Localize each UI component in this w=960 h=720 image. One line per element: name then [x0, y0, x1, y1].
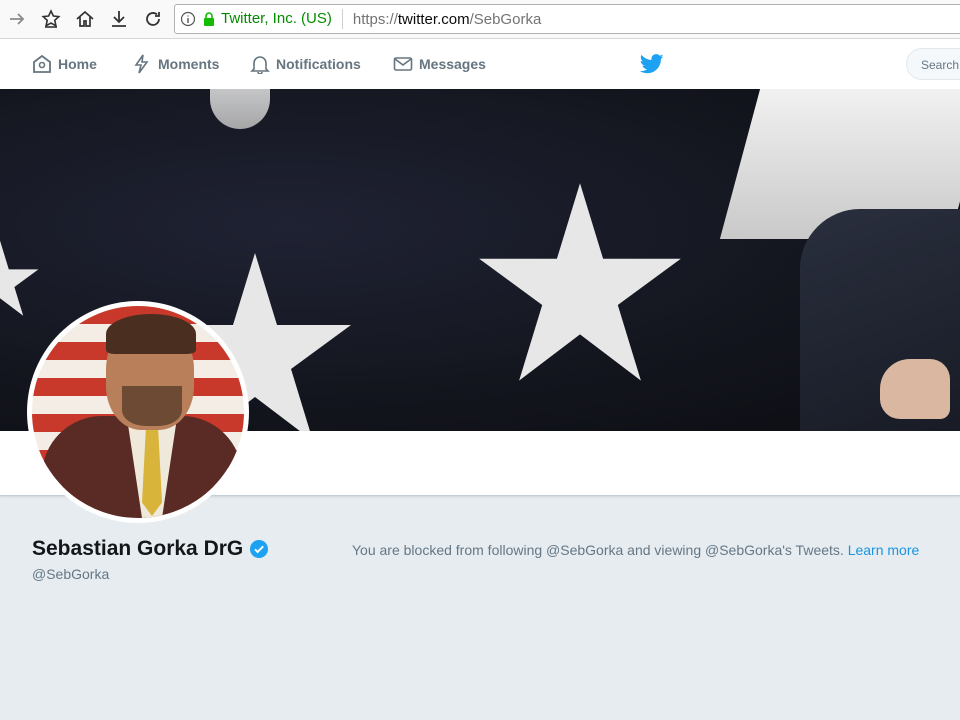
flag-star	[0, 240, 39, 316]
site-identity[interactable]: Twitter, Inc. (US)	[217, 9, 343, 29]
profile-handle[interactable]: @SebGorka	[32, 566, 109, 582]
url-host: twitter.com	[397, 10, 470, 28]
url-path: /SebGorka	[469, 10, 542, 28]
nav-home[interactable]: Home	[32, 39, 97, 89]
lock-icon	[201, 11, 217, 27]
nav-notifications[interactable]: Notifications	[250, 39, 361, 89]
url-bar[interactable]: Twitter, Inc. (US) https://twitter.com/S…	[174, 4, 960, 34]
reload-icon[interactable]	[136, 2, 170, 36]
lightning-icon	[134, 54, 149, 74]
nav-home-label: Home	[58, 56, 97, 72]
download-icon[interactable]	[102, 2, 136, 36]
envelope-icon	[393, 57, 413, 71]
profile-name-row: Sebastian Gorka DrG	[32, 537, 269, 561]
bell-icon	[250, 56, 270, 74]
learn-more-link[interactable]: Learn more	[848, 542, 920, 558]
nav-messages-label: Messages	[419, 56, 486, 72]
avatar-image	[32, 306, 244, 518]
twitter-bird-icon[interactable]	[640, 53, 664, 75]
nav-notifications-label: Notifications	[276, 56, 361, 72]
banner-hand	[880, 359, 950, 419]
browser-toolbar: Twitter, Inc. (US) https://twitter.com/S…	[0, 0, 960, 39]
blocked-notice: You are blocked from following @SebGorka…	[352, 542, 919, 558]
nav-messages[interactable]: Messages	[393, 39, 486, 89]
blocked-message: You are blocked from following @SebGorka…	[352, 542, 844, 558]
avatar[interactable]	[27, 301, 249, 523]
flag-star	[479, 183, 681, 381]
info-icon[interactable]	[175, 11, 201, 27]
home-icon	[33, 54, 51, 73]
url-prefix: https://	[352, 10, 398, 28]
url-text[interactable]: https://twitter.com/SebGorka	[343, 11, 541, 28]
verified-badge-icon	[249, 539, 269, 559]
twitter-nav: Home Moments Notifications Messages Sear…	[0, 39, 960, 90]
nav-moments[interactable]: Moments	[132, 39, 219, 89]
nav-moments-label: Moments	[158, 56, 220, 72]
home-icon[interactable]	[68, 2, 102, 36]
search-input[interactable]: Search	[906, 48, 960, 80]
bookmark-star-icon[interactable]	[34, 2, 68, 36]
profile-name[interactable]: Sebastian Gorka DrG	[32, 537, 243, 561]
forward-arrow-icon[interactable]	[0, 2, 34, 36]
